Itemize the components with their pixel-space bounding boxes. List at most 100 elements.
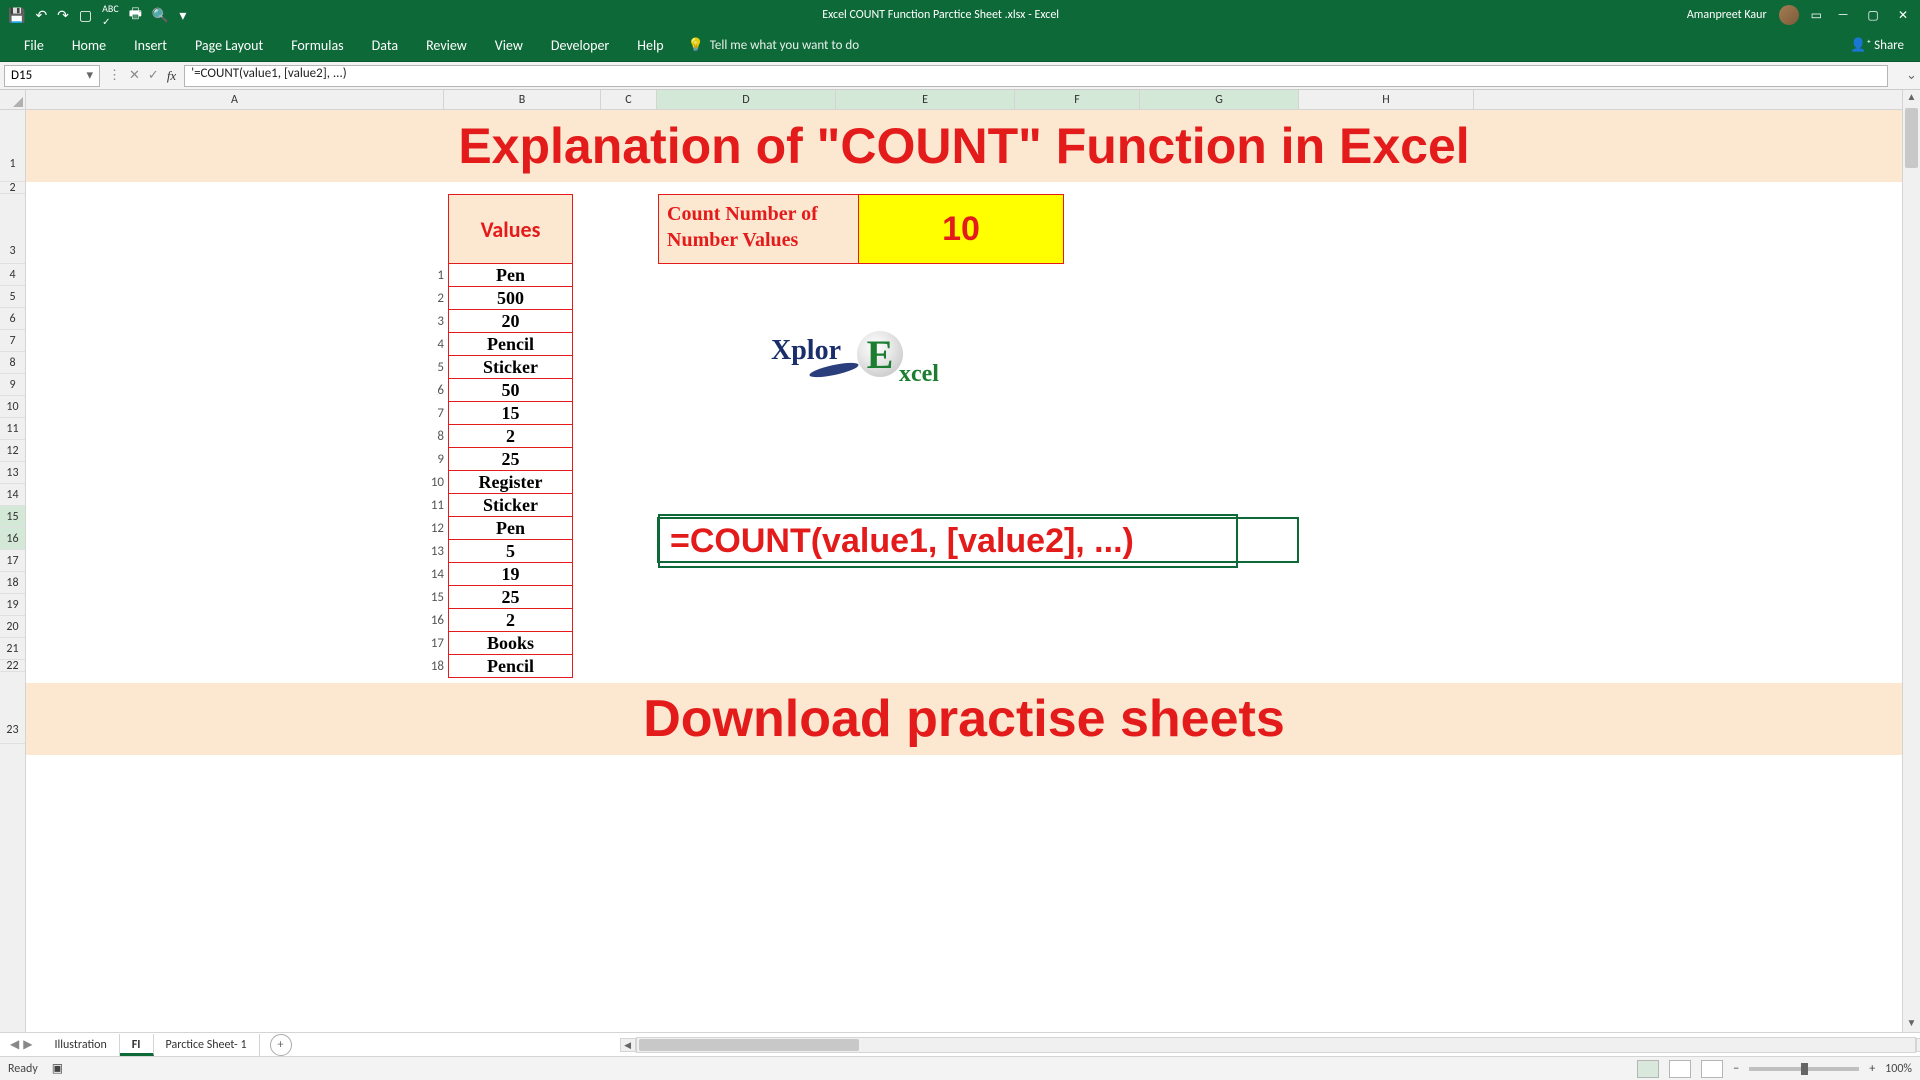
index-cell[interactable]: 13 — [406, 540, 446, 563]
col-header-d[interactable]: D — [657, 90, 836, 109]
index-cell[interactable]: 12 — [406, 517, 446, 540]
value-cell[interactable]: 25 — [448, 586, 573, 609]
index-cell[interactable]: 9 — [406, 448, 446, 471]
value-cell[interactable]: 2 — [448, 425, 573, 448]
value-cell[interactable]: Pencil — [448, 655, 573, 678]
row-header[interactable]: 6 — [0, 308, 25, 330]
tab-developer[interactable]: Developer — [537, 30, 623, 62]
index-cell[interactable]: 18 — [406, 655, 446, 678]
normal-view-button[interactable] — [1637, 1060, 1659, 1078]
value-cell[interactable]: Books — [448, 632, 573, 655]
user-avatar[interactable] — [1779, 5, 1799, 25]
value-cell[interactable]: Sticker — [448, 356, 573, 379]
qat-dropdown-icon[interactable]: ▾ — [179, 7, 186, 24]
page-layout-view-button[interactable] — [1669, 1060, 1691, 1078]
user-name[interactable]: Amanpreet Kaur — [1687, 8, 1767, 22]
index-cell[interactable]: 2 — [406, 287, 446, 310]
index-cell[interactable]: 17 — [406, 632, 446, 655]
maximize-button[interactable]: ▢ — [1864, 8, 1882, 23]
download-banner[interactable]: Download practise sheets — [26, 683, 1902, 755]
scroll-down-icon[interactable]: ▼ — [1903, 1016, 1920, 1032]
name-box[interactable]: D15 ▾ — [4, 65, 100, 87]
value-cell[interactable]: Pencil — [448, 333, 573, 356]
row-header[interactable]: 13 — [0, 462, 25, 484]
row-header[interactable]: 10 — [0, 396, 25, 418]
row-header[interactable]: 12 — [0, 440, 25, 462]
cell-grid[interactable]: Explanation of "COUNT" Function in Excel… — [26, 110, 1902, 1032]
chevron-down-icon[interactable]: ▾ — [86, 68, 93, 83]
row-header[interactable]: 23 — [0, 672, 25, 744]
row-header[interactable]: 5 — [0, 286, 25, 308]
zoom-level[interactable]: 100% — [1885, 1062, 1912, 1076]
zoom-in-button[interactable]: + — [1869, 1062, 1875, 1076]
index-cell[interactable]: 11 — [406, 494, 446, 517]
row-header[interactable]: 17 — [0, 550, 25, 572]
col-header-g[interactable]: G — [1140, 90, 1299, 109]
tab-page-layout[interactable]: Page Layout — [181, 30, 277, 62]
fx-icon[interactable]: fx — [167, 68, 176, 84]
row-header[interactable]: 18 — [0, 572, 25, 594]
index-cell[interactable]: 10 — [406, 471, 446, 494]
undo-icon[interactable]: ↶ — [35, 7, 47, 24]
row-header[interactable]: 3 — [0, 194, 25, 264]
count-value[interactable]: 10 — [859, 195, 1063, 263]
col-header-f[interactable]: F — [1015, 90, 1140, 109]
cancel-icon[interactable]: ✕ — [129, 68, 140, 83]
index-cell[interactable]: 7 — [406, 402, 446, 425]
row-header[interactable]: 14 — [0, 484, 25, 506]
zoom-slider[interactable] — [1749, 1067, 1859, 1071]
row-header[interactable]: 21 — [0, 638, 25, 660]
scroll-right-icon[interactable]: ▶ — [1916, 1038, 1920, 1052]
next-sheet-icon[interactable]: ▶ — [23, 1037, 32, 1052]
more-icon[interactable]: ⋮ — [108, 68, 121, 83]
tab-help[interactable]: Help — [623, 30, 677, 62]
tab-review[interactable]: Review — [412, 30, 481, 62]
page-break-view-button[interactable] — [1701, 1060, 1723, 1078]
tab-home[interactable]: Home — [58, 30, 120, 62]
add-sheet-button[interactable]: + — [270, 1034, 292, 1056]
value-cell[interactable]: 15 — [448, 402, 573, 425]
value-cell[interactable]: Register — [448, 471, 573, 494]
value-cell[interactable]: Pen — [448, 264, 573, 287]
close-button[interactable]: ✕ — [1894, 8, 1912, 23]
index-cell[interactable]: 15 — [406, 586, 446, 609]
index-cell[interactable]: 5 — [406, 356, 446, 379]
index-cell[interactable]: 1 — [406, 264, 446, 287]
formula-syntax-display[interactable]: =COUNT(value1, [value2], ...) — [658, 514, 1238, 568]
formula-input[interactable]: '=COUNT(value1, [value2], ...) — [184, 65, 1888, 87]
row-header[interactable]: 16 — [0, 528, 25, 550]
value-cell[interactable]: 500 — [448, 287, 573, 310]
minimize-button[interactable]: — — [1834, 8, 1852, 22]
count-label[interactable]: Count Number of Number Values — [659, 195, 859, 263]
value-cell[interactable]: Pen — [448, 517, 573, 540]
col-header-e[interactable]: E — [836, 90, 1015, 109]
tab-formulas[interactable]: Formulas — [277, 30, 357, 62]
ribbon-display-icon[interactable]: ▭ — [1811, 8, 1822, 23]
prev-sheet-icon[interactable]: ◀ — [10, 1037, 19, 1052]
index-cell[interactable]: 14 — [406, 563, 446, 586]
sheet-tab-practice[interactable]: Parctice Sheet- 1 — [154, 1034, 260, 1056]
expand-formula-bar-icon[interactable]: ⌄ — [1906, 68, 1920, 83]
index-cell[interactable]: 16 — [406, 609, 446, 632]
vertical-scrollbar[interactable]: ▲ ▼ — [1902, 90, 1920, 1032]
quick-print-icon[interactable]: 🖶 — [129, 3, 142, 27]
row-header[interactable]: 11 — [0, 418, 25, 440]
enter-icon[interactable]: ✓ — [148, 68, 159, 83]
print-preview-icon[interactable]: 🔍 — [152, 7, 169, 24]
value-cell[interactable]: 2 — [448, 609, 573, 632]
sheet-tab-fi[interactable]: FI — [120, 1034, 154, 1056]
value-cell[interactable]: Sticker — [448, 494, 573, 517]
save-icon[interactable]: 💾 — [8, 7, 25, 24]
col-header-c[interactable]: C — [601, 90, 657, 109]
col-header-h[interactable]: H — [1299, 90, 1474, 109]
share-button[interactable]: 👤⁺ Share — [1850, 38, 1920, 53]
page-title[interactable]: Explanation of "COUNT" Function in Excel — [26, 110, 1902, 182]
scroll-left-icon[interactable]: ◀ — [620, 1038, 636, 1052]
col-header-b[interactable]: B — [444, 90, 601, 109]
value-cell[interactable]: 50 — [448, 379, 573, 402]
row-header[interactable]: 20 — [0, 616, 25, 638]
horizontal-scrollbar[interactable]: ◀ ▶ — [636, 1037, 1916, 1053]
values-header[interactable]: Values — [448, 194, 573, 264]
row-header[interactable]: 8 — [0, 352, 25, 374]
sheet-tab-illustration[interactable]: Illustration — [42, 1034, 119, 1056]
